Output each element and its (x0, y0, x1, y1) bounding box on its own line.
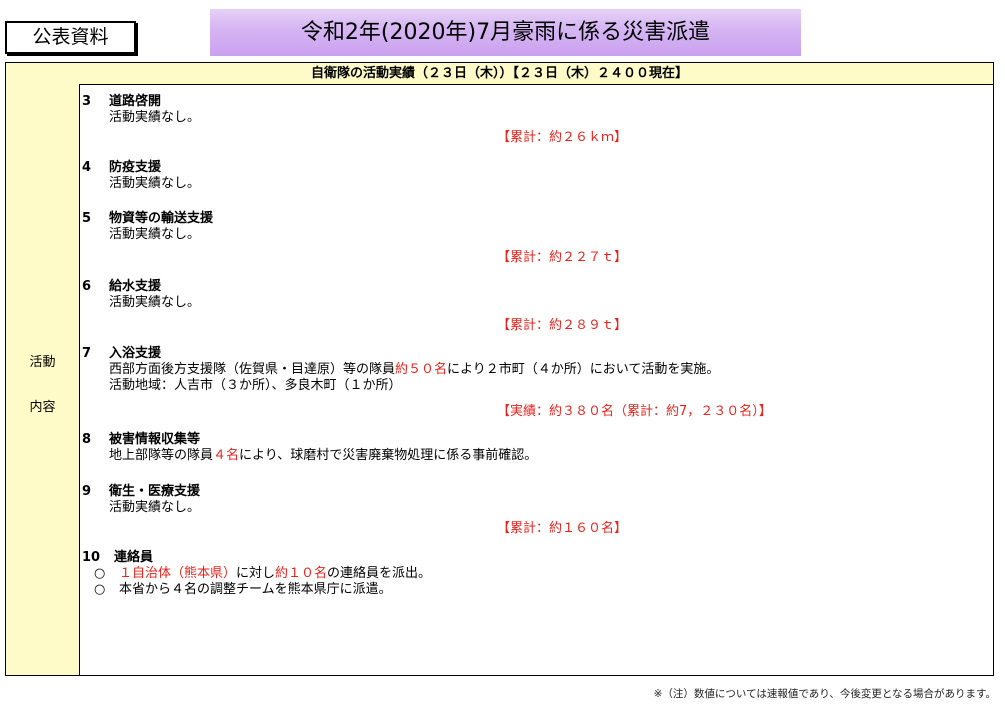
section-text: 活動実績なし。 (109, 295, 201, 310)
section-water-supply: 6 給水支援 活動実績なし。 (82, 279, 982, 311)
section-title: 入浴支援 (109, 346, 162, 361)
section-heading: 8 被害情報収集等 (82, 432, 982, 448)
cumulative-water: 【累計：約２８９ｔ】 (497, 318, 628, 333)
side-label-content: 内容 (29, 400, 56, 415)
section-text-area: 活動地域：人吉市（３か所）、多良木町（１か所） (109, 378, 402, 393)
cumulative-transport: 【累計：約２２７ｔ】 (497, 250, 628, 265)
circle-bullet-icon: ○ (94, 582, 106, 597)
cumulative-road: 【累計：約２６ｋｍ】 (497, 130, 628, 145)
section-title: 被害情報収集等 (109, 432, 201, 447)
cumulative-bathing: 【実績：約３８０名（累計：約7，２３０名）】 (497, 404, 772, 419)
highlight-personnel: 約５０名 (395, 362, 448, 377)
section-road-clearing: 3 道路啓開 活動実績なし。 (82, 94, 982, 126)
cumulative-medical: 【累計：約１６０名】 (497, 521, 628, 536)
section-text: 活動実績なし。 (109, 227, 201, 242)
side-label-activity: 活動 (29, 355, 56, 370)
section-title: 連絡員 (114, 550, 154, 565)
section-text: 活動実績なし。 (109, 500, 201, 515)
section-title: 衛生・医療支援 (109, 484, 201, 499)
footnote: ※（注）数値については速報値であり、今後変更となる場合があります。 (653, 688, 996, 700)
section-heading: 5 物資等の輸送支援 (82, 211, 982, 227)
section-title: 給水支援 (109, 279, 162, 294)
highlight-personnel: ４名 (213, 448, 240, 463)
section-text: 西部方面後方支援隊（佐賀県・目達原）等の隊員約５０名により２市町（４か所）におい… (109, 362, 720, 377)
section-number: 8 (82, 432, 92, 447)
section-liaison: 10 連絡員 ○ １自治体（熊本県）に対し約１０名の連絡員を派出。 ○ 本省から４名の… (82, 550, 982, 598)
section-medical: 9 衛生・医療支援 活動実績なし。 (82, 484, 982, 516)
section-text: 地上部隊等の隊員４名により、球磨村で災害廃棄物処理に係る事前確認。 (109, 448, 538, 463)
section-number: 5 (82, 211, 92, 226)
section-heading: 6 給水支援 (82, 279, 982, 295)
section-title: 道路啓開 (109, 94, 162, 109)
page-title: 令和2年(2020年)7月豪雨に係る災害派遣 (210, 9, 801, 56)
table-header: 自衛隊の活動実績（２３日（木））【２３日（木）２４００現在】 (6, 63, 993, 85)
section-text: 活動実績なし。 (109, 176, 201, 191)
section-info-gathering: 8 被害情報収集等 地上部隊等の隊員４名により、球磨村で災害廃棄物処理に係る事前確… (82, 432, 982, 464)
section-heading: 4 防疫支援 (82, 160, 982, 176)
section-number: 4 (82, 160, 92, 175)
liaison-bullet-1: ○ １自治体（熊本県）に対し約１０名の連絡員を派出。 (82, 566, 982, 582)
circle-bullet-icon: ○ (94, 566, 106, 581)
section-number: 3 (82, 94, 92, 109)
section-transport: 5 物資等の輸送支援 活動実績なし。 (82, 211, 982, 243)
section-text: 活動実績なし。 (109, 110, 201, 125)
section-heading: 9 衛生・医療支援 (82, 484, 982, 500)
section-title: 防疫支援 (109, 160, 162, 175)
activity-table: 自衛隊の活動実績（２３日（木））【２３日（木）２４００現在】 活動 内容 3 道路… (5, 62, 994, 676)
public-document-badge: 公表資料 (5, 21, 136, 54)
section-number: 9 (82, 484, 92, 499)
section-heading: 10 連絡員 (82, 550, 982, 566)
section-number: 6 (82, 279, 92, 294)
section-heading: 7 入浴支援 (82, 346, 982, 362)
liaison-bullet-2: ○ 本省から４名の調整チームを熊本県庁に派遣。 (82, 582, 982, 598)
section-number: 7 (82, 346, 92, 361)
section-bathing: 7 入浴支援 西部方面後方支援隊（佐賀県・目達原）等の隊員約５０名により２市町（４… (82, 346, 982, 394)
section-number: 10 (82, 550, 101, 565)
side-column: 活動 内容 (6, 84, 80, 675)
section-heading: 3 道路啓開 (82, 94, 982, 110)
activity-content: 3 道路啓開 活動実績なし。 【累計：約２６ｋｍ】 4 防疫支援 活動実績なし。 5… (82, 84, 993, 675)
section-title: 物資等の輸送支援 (109, 211, 214, 226)
section-disinfection: 4 防疫支援 活動実績なし。 (82, 160, 982, 192)
